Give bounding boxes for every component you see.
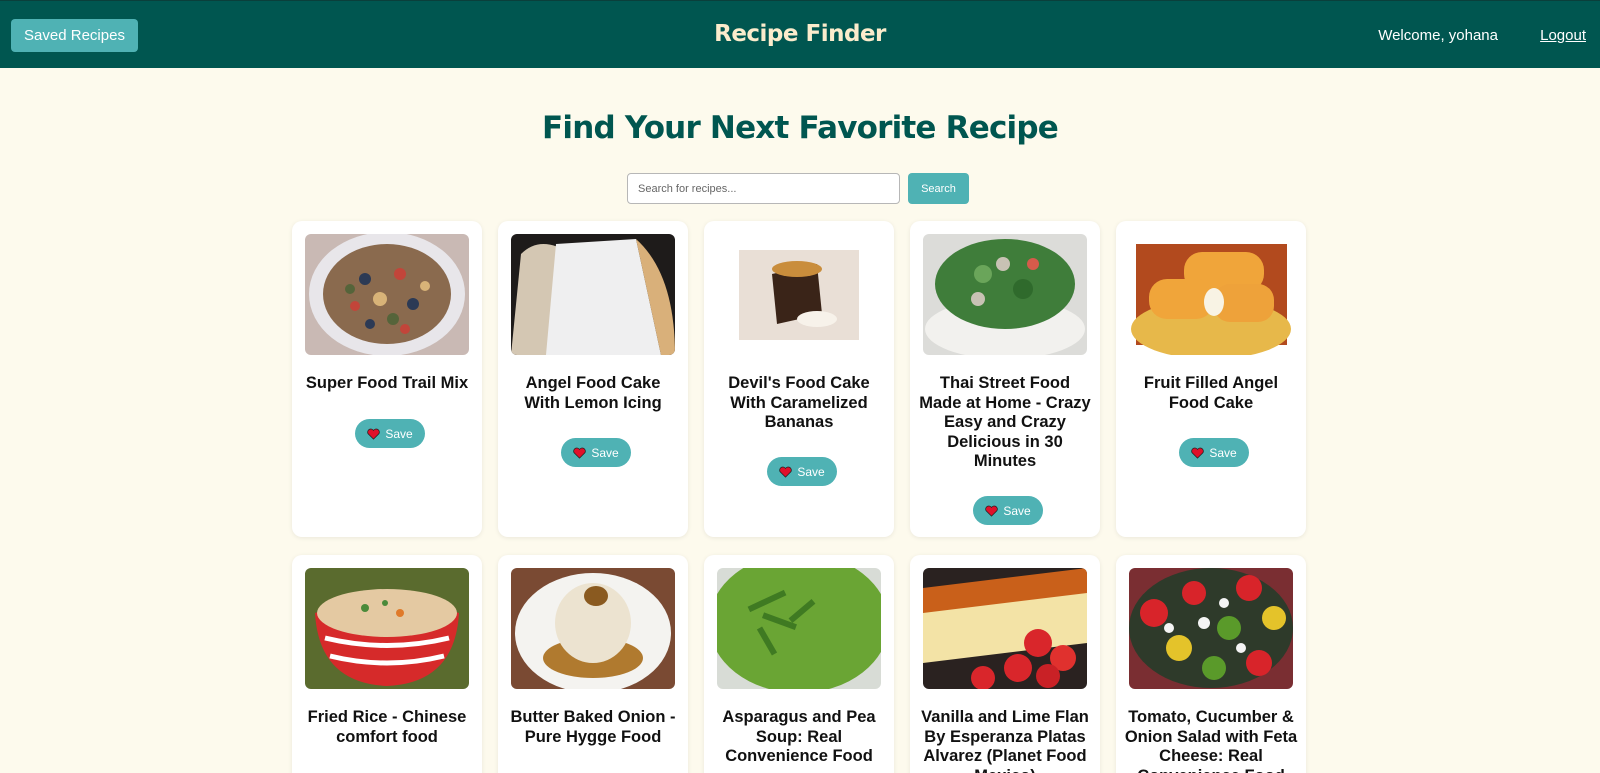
angel-food-cake-image[interactable]: [511, 234, 675, 355]
heart-icon: [367, 428, 381, 440]
search-button[interactable]: Search: [908, 173, 969, 204]
baked-onion-image[interactable]: [511, 568, 675, 689]
recipe-card: Super Food Trail Mix Save: [292, 221, 482, 537]
save-label: Save: [1209, 445, 1237, 460]
heart-icon: [985, 505, 999, 517]
save-label: Save: [591, 445, 619, 460]
heart-icon: [779, 466, 793, 478]
recipe-title: Thai Street Food Made at Home - Crazy Ea…: [919, 374, 1091, 470]
page-title: Find Your Next Favorite Recipe: [542, 110, 1059, 146]
recipe-card: Asparagus and Pea Soup: Real Convenience…: [704, 555, 894, 773]
save-button[interactable]: Save: [767, 457, 837, 486]
recipe-card: Butter Baked Onion - Pure Hygge Food: [498, 555, 688, 773]
recipe-card: Vanilla and Lime Flan By Esperanza Plata…: [910, 555, 1100, 773]
heart-icon: [1191, 447, 1205, 459]
recipe-title: Butter Baked Onion - Pure Hygge Food: [510, 708, 676, 746]
recipe-title: Super Food Trail Mix: [305, 374, 469, 392]
filled-cakes-image[interactable]: [1129, 234, 1293, 355]
save-label: Save: [797, 464, 825, 479]
recipe-card: Devil's Food Cake With Caramelized Banan…: [704, 221, 894, 537]
flan-image[interactable]: [923, 568, 1087, 689]
recipe-title: Fried Rice - Chinese comfort food: [307, 708, 467, 746]
save-button[interactable]: Save: [973, 496, 1043, 525]
welcome-text: Welcome, yohana: [1378, 27, 1498, 44]
recipe-card: Fried Rice - Chinese comfort food: [292, 555, 482, 773]
logout-link[interactable]: Logout: [1540, 27, 1586, 44]
recipe-title: Asparagus and Pea Soup: Real Convenience…: [722, 708, 876, 765]
save-label: Save: [385, 426, 413, 441]
save-label: Save: [1003, 503, 1031, 518]
recipe-title: Fruit Filled Angel Food Cake: [1143, 374, 1279, 412]
recipe-title: Vanilla and Lime Flan By Esperanza Plata…: [921, 708, 1089, 773]
devils-food-cake-image[interactable]: [717, 234, 881, 355]
tomato-salad-image[interactable]: [1129, 568, 1293, 689]
recipe-title: Devil's Food Cake With Caramelized Banan…: [728, 374, 870, 431]
pea-soup-image[interactable]: [717, 568, 881, 689]
search-input[interactable]: [627, 173, 900, 204]
save-button[interactable]: Save: [1179, 438, 1249, 467]
recipe-title: Tomato, Cucumber & Onion Salad with Feta…: [1124, 708, 1298, 773]
thai-salad-image[interactable]: [923, 234, 1087, 355]
save-button[interactable]: Save: [561, 438, 631, 467]
recipe-card: Tomato, Cucumber & Onion Salad with Feta…: [1116, 555, 1306, 773]
recipe-card: Angel Food Cake With Lemon Icing Save: [498, 221, 688, 537]
heart-icon: [573, 447, 587, 459]
recipe-title: Angel Food Cake With Lemon Icing: [524, 374, 662, 412]
top-navbar: Saved Recipes Recipe Finder Welcome, yoh…: [0, 0, 1600, 68]
recipe-card: Thai Street Food Made at Home - Crazy Ea…: [910, 221, 1100, 537]
trail-mix-image[interactable]: [305, 234, 469, 355]
app-title: Recipe Finder: [714, 21, 886, 47]
recipe-card: Fruit Filled Angel Food Cake Save: [1116, 221, 1306, 537]
fried-rice-image[interactable]: [305, 568, 469, 689]
save-button[interactable]: Save: [355, 419, 425, 448]
